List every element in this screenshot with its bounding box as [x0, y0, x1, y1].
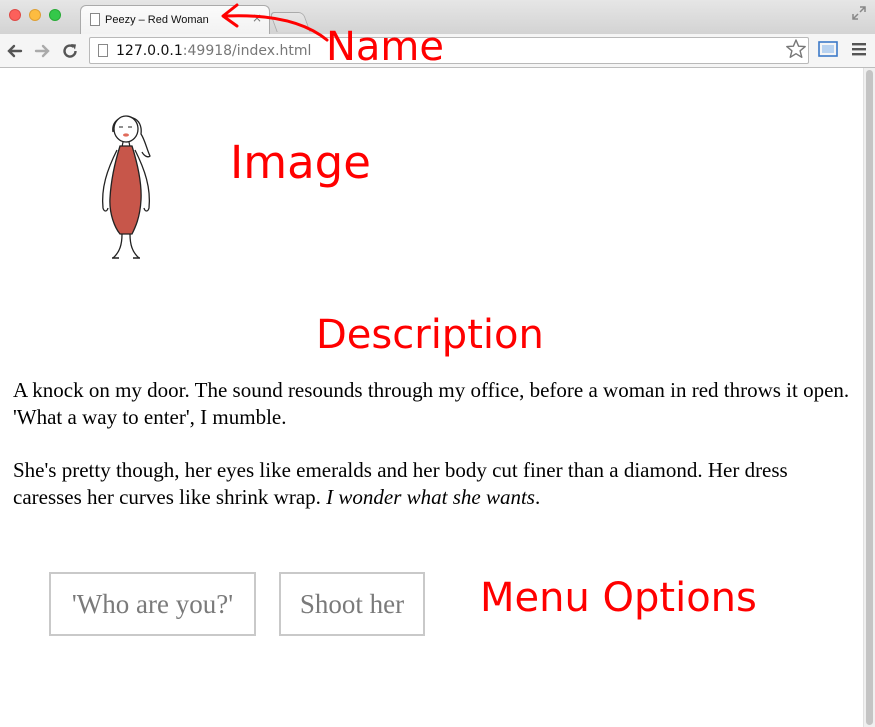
description-text: A knock on my door. The sound resounds t… [13, 377, 853, 537]
annotation-description: Description [316, 312, 544, 358]
fullscreen-icon[interactable] [852, 6, 866, 20]
address-bar[interactable]: 127.0.0.1:49918/index.html [89, 37, 809, 64]
paragraph-2-end: . [534, 485, 541, 509]
back-arrow-icon[interactable] [6, 42, 24, 60]
zoom-window-button[interactable] [49, 9, 61, 21]
page-icon [98, 44, 108, 57]
paragraph-1: A knock on my door. The sound resounds t… [13, 378, 850, 429]
annotation-image: Image [230, 136, 371, 189]
annotation-menu-options: Menu Options [480, 575, 757, 621]
tab-title: Peezy – Red Woman [105, 14, 209, 26]
annotation-arrow-icon [221, 3, 329, 42]
paragraph-2: She's pretty though, her eyes like emera… [13, 457, 853, 511]
forward-arrow-icon[interactable] [33, 42, 51, 60]
bookmark-star-icon[interactable] [785, 38, 807, 60]
cast-screen-icon[interactable] [818, 40, 838, 58]
minimize-window-button[interactable] [29, 9, 41, 21]
reload-icon[interactable] [61, 42, 79, 60]
page-icon [90, 13, 100, 26]
menu-icon[interactable] [850, 40, 868, 58]
close-window-button[interactable] [9, 9, 21, 21]
url-host: 127.0.0.1 [116, 43, 183, 59]
annotation-name: Name [326, 24, 445, 70]
shoot-her-button[interactable]: Shoot her [279, 572, 425, 636]
red-woman-image [101, 115, 151, 259]
page-scrollbar[interactable] [863, 68, 875, 727]
who-are-you-button[interactable]: 'Who are you?' [49, 572, 256, 636]
scrollbar-thumb[interactable] [866, 70, 873, 725]
paragraph-2-italic: I wonder what she wants [326, 485, 535, 509]
